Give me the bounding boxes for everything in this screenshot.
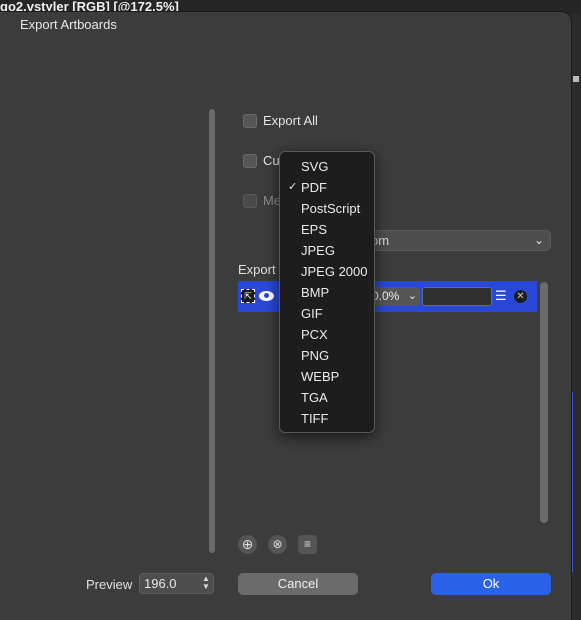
suffix-input[interactable] [422,287,492,306]
menu-item-label: EPS [301,222,328,237]
menu-item-label: TIFF [301,411,329,426]
menu-item-eps[interactable]: EPS [280,219,374,240]
list-options-icon[interactable]: ☰ [495,289,509,303]
background-selection-line [571,392,573,572]
checkmark-icon: ✓ [288,181,298,193]
menu-item-postscript[interactable]: PostScript [280,198,374,219]
menu-item-label: PCX [301,327,328,342]
menu-item-label: PDF [301,180,327,195]
selection-icon[interactable]: ⇱ [241,289,255,303]
menu-item-label: PNG [301,348,330,363]
background-marker [573,76,579,82]
dialog-title: Export Artboards [20,17,117,32]
menu-item-bmp[interactable]: BMP [280,282,374,303]
menu-item-label: JPEG [301,243,335,258]
format-select[interactable]: om ⌄ [360,230,551,251]
menu-item-label: JPEG 2000 [301,264,368,279]
menu-item-label: PostScript [301,201,361,216]
custom-option[interactable]: Cu [243,153,280,168]
custom-checkbox[interactable] [243,153,257,168]
menu-item-pcx[interactable]: PCX [280,324,374,345]
menu-item-webp[interactable]: WEBP [280,366,374,387]
menu-item-label: TGA [301,390,328,405]
meta-option[interactable]: Me [243,193,281,208]
stepper-icon[interactable]: ▲ ▼ [201,575,211,591]
chevron-down-icon: ⌄ [407,290,417,302]
menu-item-png[interactable]: PNG [280,345,374,366]
scale-select[interactable]: 0.0% ⌄ [370,287,420,306]
meta-checkbox[interactable] [243,193,257,208]
preview-value[interactable]: 196.0 [144,576,177,591]
menu-item-pdf[interactable]: ✓ PDF [280,177,374,198]
menu-item-label: WEBP [301,369,340,384]
menu-item-tiff[interactable]: TIFF [280,408,374,429]
preview-label: Preview [86,577,133,592]
delete-circle-icon[interactable]: ⊗ [268,535,287,554]
panel-splitter[interactable] [209,109,215,553]
chevron-down-icon: ⌄ [533,233,544,247]
scale-value: 0.0% [372,289,400,303]
export-all-option[interactable]: Export All [243,113,318,128]
preview-field[interactable]: 196.0 ▲ ▼ [139,573,214,594]
export-list-label: Export [238,262,276,277]
remove-circle-icon[interactable]: ✕ [514,290,527,303]
menu-item-label: BMP [301,285,330,300]
export-all-label: Export All [263,113,318,128]
menu-item-label: SVG [301,159,329,174]
list-scrollbar[interactable] [540,282,548,523]
menu-item-label: GIF [301,306,323,321]
menu-item-jpeg[interactable]: JPEG [280,240,374,261]
export-all-checkbox[interactable] [243,113,257,128]
menu-item-jpeg-2000[interactable]: JPEG 2000 [280,261,374,282]
menu-item-gif[interactable]: GIF [280,303,374,324]
sliders-icon[interactable]: ≡ [298,535,317,554]
eye-icon[interactable] [259,291,274,301]
custom-label: Cu [263,153,280,168]
cancel-button[interactable]: Cancel [238,573,358,595]
menu-item-svg[interactable]: SVG [280,156,374,177]
menu-item-tga[interactable]: TGA [280,387,374,408]
add-circle-icon[interactable]: ⊕ [238,535,257,554]
format-dropdown-menu: SVG ✓ PDF PostScript EPS JPEG JPEG 2000 B… [279,151,375,433]
ok-button[interactable]: Ok [431,573,551,595]
